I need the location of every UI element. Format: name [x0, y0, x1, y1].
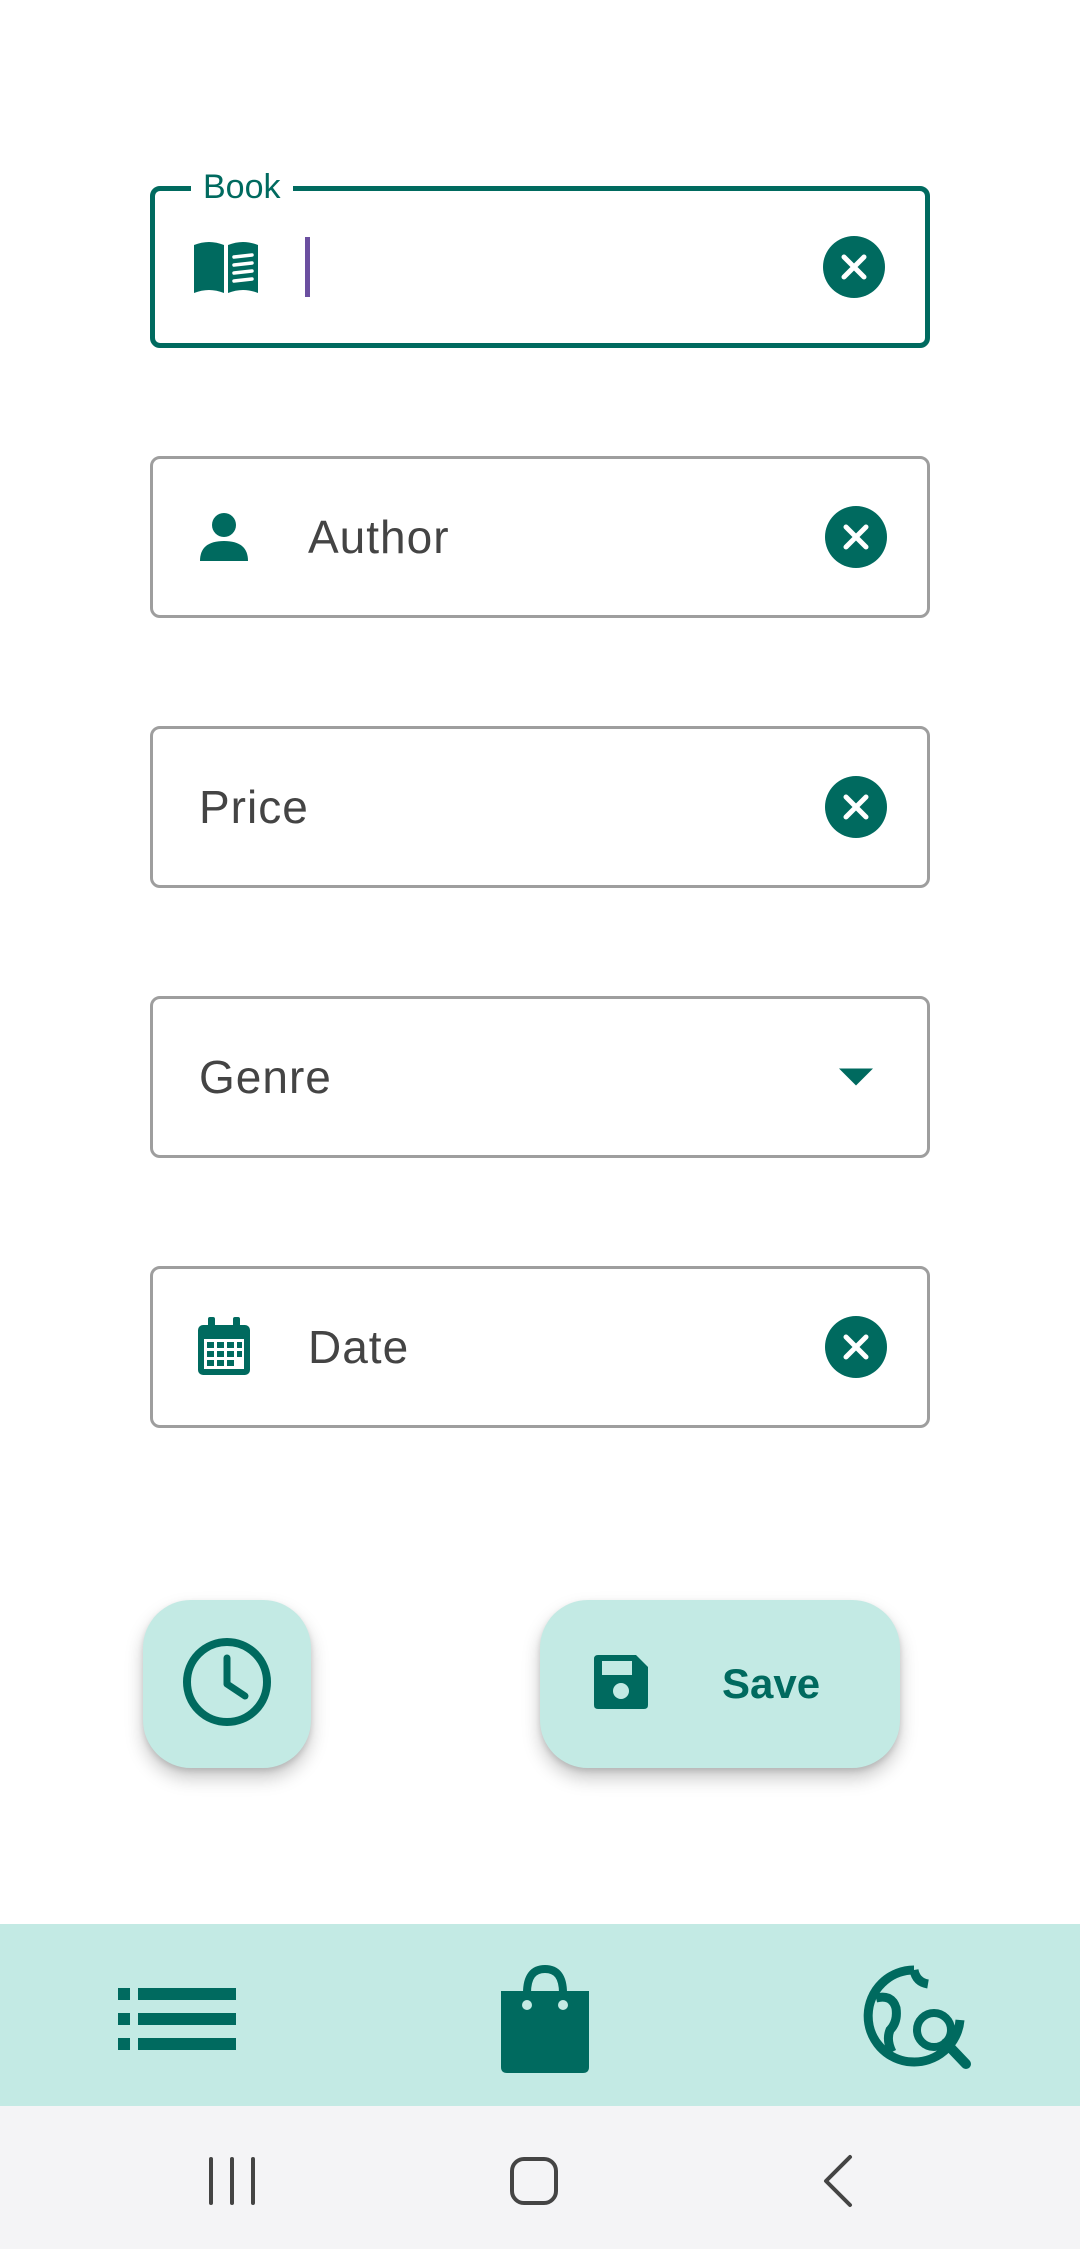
price-field[interactable]: Price — [150, 726, 930, 888]
text-cursor — [305, 237, 310, 297]
person-icon — [189, 502, 259, 572]
arrow-drop-down-icon[interactable] — [839, 1068, 873, 1086]
book-field[interactable]: Book — [150, 165, 930, 348]
shopping-bag-icon[interactable] — [470, 1944, 620, 2094]
genre-placeholder: Genre — [199, 1051, 332, 1103]
floppy-disk-icon — [592, 1653, 650, 1716]
clear-icon[interactable] — [823, 236, 885, 298]
price-placeholder: Price — [199, 781, 309, 833]
author-field[interactable]: Author — [150, 456, 930, 618]
list-icon[interactable] — [102, 1944, 252, 2094]
recent-apps-icon[interactable] — [187, 2136, 277, 2226]
clear-icon[interactable] — [825, 776, 887, 838]
book-open-icon — [191, 232, 261, 302]
save-button-label: Save — [722, 1660, 821, 1707]
date-placeholder: Date — [308, 1321, 410, 1373]
clock-icon — [181, 1636, 273, 1733]
history-button[interactable] — [143, 1600, 311, 1768]
save-button[interactable]: Save — [540, 1600, 900, 1768]
genre-dropdown[interactable]: Genre — [150, 996, 930, 1158]
date-field[interactable]: Date — [150, 1266, 930, 1428]
calendar-icon[interactable] — [189, 1312, 259, 1382]
clear-icon[interactable] — [825, 1316, 887, 1378]
travel-explore-icon[interactable] — [842, 1944, 992, 2094]
back-icon[interactable] — [793, 2136, 883, 2226]
author-placeholder: Author — [308, 511, 450, 563]
home-icon[interactable] — [489, 2136, 579, 2226]
system-navigation-bar — [0, 2106, 1080, 2249]
add-book-screen: Book Author Price Genre Date Save — [0, 0, 1080, 2249]
clear-icon[interactable] — [825, 506, 887, 568]
bottom-app-bar — [0, 1924, 1080, 2106]
book-field-label: Book — [191, 165, 293, 209]
